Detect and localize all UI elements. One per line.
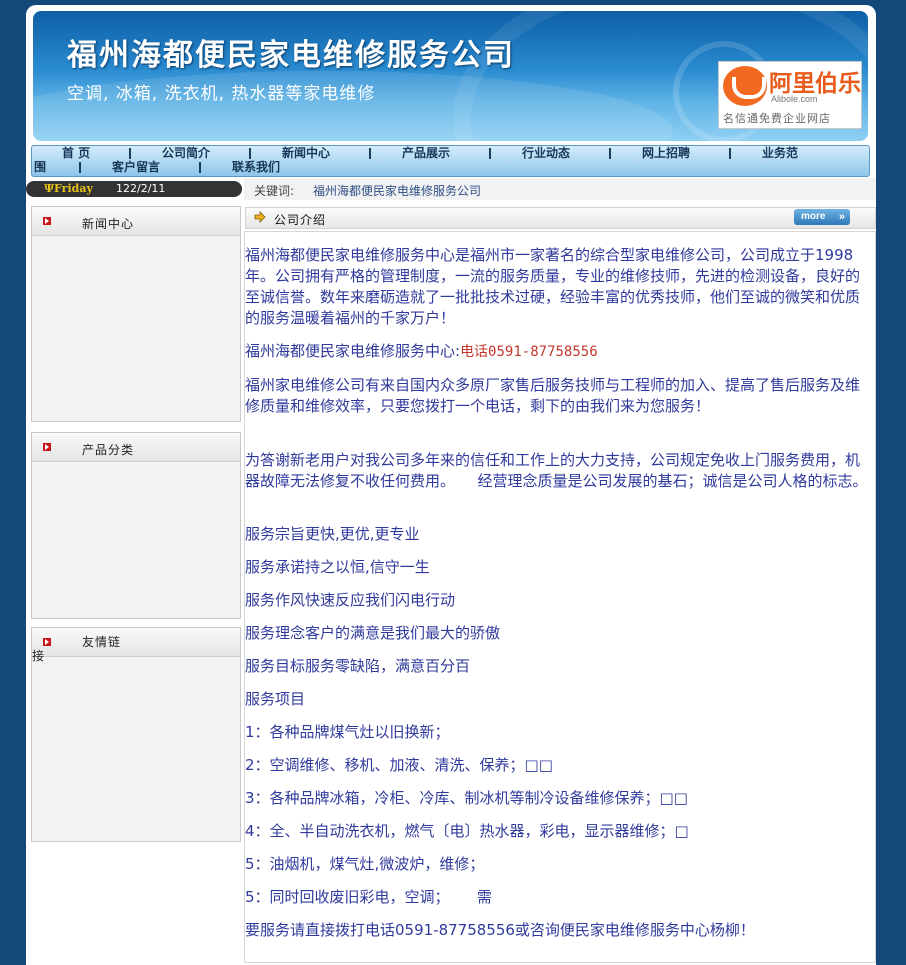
site-title: 福州海都便民家电维修服务公司 <box>67 38 515 73</box>
sidebar-panel-title: 产品分类 <box>82 443 135 457</box>
nav-industry-news[interactable]: 行业动态 <box>522 147 570 160</box>
phone-paragraph: 福州海都便民家电维修服务中心:电话0591-87758556 <box>245 341 870 363</box>
nav-separator <box>609 148 611 159</box>
service-item: 1：各种品牌煤气灶以旧换新； <box>245 723 450 741</box>
nav-recruitment[interactable]: 网上招聘 <box>642 147 690 160</box>
sidebar-panel-header: 新闻中心 <box>32 207 240 236</box>
service-item: 3：各种品牌冰箱，冷柜、冷库、制冰机等制冷设备维修保养；□□ <box>245 789 688 807</box>
nav-separator <box>729 148 731 159</box>
sidebar-category-panel: 产品分类 <box>31 432 241 619</box>
logo-url: Alibole.com <box>771 94 818 104</box>
nav-business-scope[interactable]: 业务范 <box>762 147 798 160</box>
service-item: 5：油烟机，煤气灶,微波炉，维修； <box>245 855 485 873</box>
service-style: 服务作风快速反应我们闪电行动 <box>245 591 456 609</box>
sidebar-panel-title: 新闻中心 <box>82 217 135 231</box>
nav-separator <box>199 162 201 173</box>
nav-business-scope-wrap[interactable]: 围 <box>34 161 46 174</box>
main-nav: 首 页 公司简介 新闻中心 产品展示 行业动态 网上招聘 业务范 围 客户留言 … <box>31 145 870 177</box>
red-arrow-icon <box>43 217 51 225</box>
red-arrow-icon <box>43 443 51 451</box>
more-button[interactable]: more <box>794 209 850 225</box>
sidebar-panel-header: 友情链 接 <box>32 628 240 663</box>
sidebar-news-panel: 新闻中心 <box>31 206 241 422</box>
service-items-heading: 服务项目 <box>245 690 306 708</box>
date-value: 122/2/11 <box>116 182 166 195</box>
service-goal: 服务目标服务零缺陷，满意百分百 <box>245 657 471 675</box>
weekday-label: ΨFriday <box>44 182 93 195</box>
logo-name: 阿里伯乐 <box>769 71 861 97</box>
smile-logo-icon <box>723 66 767 106</box>
logo-slogan: 名信通免费企业网店 <box>723 112 831 125</box>
service-item: 5：同时回收废旧彩电，空调； 需 <box>245 888 492 906</box>
sidebar-links-panel: 友情链 接 <box>31 627 241 842</box>
service-promise: 服务承诺持之以恒,信守一生 <box>245 558 430 576</box>
paragraph-technicians: 福州家电维修公司有来自国内众多原厂家售后服务技师与工程师的加入、提高了售后服务及… <box>245 376 861 415</box>
paragraph-free-service: 为答谢新老用户对我公司多年来的信任和工作上的大力支持，公司规定免收上门服务费用，… <box>245 451 868 490</box>
nav-news-center[interactable]: 新闻中心 <box>282 147 330 160</box>
section-title: 公司介绍 <box>274 213 327 227</box>
intro-paragraph: 福州海都便民家电维修服务中心是福州市一家著名的综合型家电维修公司，公司成立于19… <box>245 246 861 327</box>
service-item: 4：全、半自动洗衣机，燃气〔电〕热水器，彩电，显示器维修；□ <box>245 822 689 840</box>
phone-prefix: 福州海都便民家电维修服务中心: <box>245 342 461 360</box>
nav-contact[interactable]: 联系我们 <box>232 161 280 174</box>
sidebar-panel-title: 友情链 <box>82 635 122 649</box>
nav-home[interactable]: 首 页 <box>62 147 90 160</box>
sidebar-panel-header: 产品分类 <box>32 433 240 462</box>
nav-separator <box>79 162 81 173</box>
service-concept: 服务理念客户的满意是我们最大的骄傲 <box>245 624 501 642</box>
red-arrow-icon <box>43 638 51 646</box>
service-item: 2：空调维修、移机、加液、清洗、保养；□□ <box>245 756 553 774</box>
phone-number: 电话0591-87758556 <box>460 344 598 360</box>
nav-products[interactable]: 产品展示 <box>402 147 450 160</box>
nav-guestbook[interactable]: 客户留言 <box>112 161 160 174</box>
sidebar-panel-title-wrap: 接 <box>32 649 45 663</box>
service-purpose: 服务宗旨更快,更优,更专业 <box>245 525 420 543</box>
nav-separator <box>249 148 251 159</box>
nav-separator <box>369 148 371 159</box>
section-header: 公司介绍 more <box>245 207 876 229</box>
nav-separator <box>129 148 131 159</box>
date-bar: ΨFriday 122/2/11 <box>26 181 242 197</box>
keyword-label: 关键词: <box>254 184 295 198</box>
nav-company-intro[interactable]: 公司简介 <box>162 147 210 160</box>
keyword-value[interactable]: 福州海都便民家电维修服务公司 <box>313 182 481 199</box>
contact-call-to-action: 要服务请直接拨打电话0591-87758556或咨询便民家电维修服务中心杨柳！ <box>245 921 755 939</box>
alibole-logo[interactable]: 阿里伯乐 Alibole.com 名信通免费企业网店 <box>718 61 862 129</box>
keyword-bar: 关键词: 福州海都便民家电维修服务公司 <box>244 178 876 200</box>
nav-separator <box>489 148 491 159</box>
site-subtitle: 空调, 冰箱, 洗衣机, 热水器等家电维修 <box>67 84 376 104</box>
arrow-right-icon <box>254 211 266 223</box>
